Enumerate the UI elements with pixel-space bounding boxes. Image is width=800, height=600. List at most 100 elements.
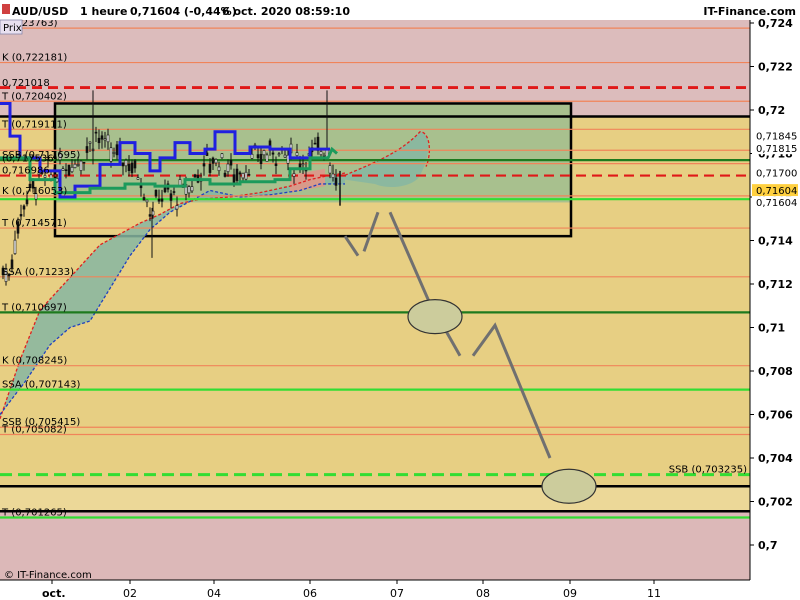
price-tag: 0,71604 bbox=[756, 198, 797, 209]
price-tag: 0,71700 bbox=[756, 168, 797, 179]
y-tick-label: 0,708 bbox=[758, 365, 793, 378]
candle-body bbox=[226, 163, 230, 172]
candle-body bbox=[295, 152, 299, 156]
candle-body bbox=[94, 131, 98, 134]
candle-body bbox=[103, 138, 107, 141]
candle-body bbox=[97, 137, 101, 144]
candle-body bbox=[331, 173, 335, 178]
header-symbol: AUD/USD bbox=[12, 5, 68, 18]
candle-body bbox=[232, 174, 236, 183]
candle-body bbox=[259, 153, 263, 165]
candle-body bbox=[256, 154, 260, 159]
y-tick-label: 0,702 bbox=[758, 496, 793, 509]
candle-body bbox=[25, 199, 29, 205]
y-tick-label: 0,722 bbox=[758, 61, 793, 74]
y-tick-label: 0,71 bbox=[758, 322, 785, 335]
candle-body bbox=[292, 173, 296, 177]
candle-body bbox=[190, 186, 194, 192]
level-label: T (0,705082) bbox=[1, 424, 67, 435]
prix-tab-label: Prix bbox=[3, 23, 22, 34]
candle-body bbox=[13, 239, 17, 254]
target-circle-2 bbox=[541, 468, 597, 504]
candle-body bbox=[85, 146, 89, 153]
x-tick-label: 11 bbox=[647, 587, 661, 600]
level-label: T (0,714571) bbox=[1, 218, 67, 229]
candle-body bbox=[136, 177, 140, 180]
candle-body bbox=[70, 166, 74, 173]
candle-body bbox=[223, 172, 227, 177]
candle-body bbox=[169, 193, 173, 201]
candle-body bbox=[193, 174, 197, 178]
candle-body bbox=[247, 174, 251, 176]
candle-body bbox=[61, 168, 65, 171]
y-tick-label: 0,7 bbox=[758, 539, 778, 552]
y-tick-label: 0,712 bbox=[758, 278, 793, 291]
candle-body bbox=[214, 159, 218, 164]
candle-body bbox=[154, 189, 158, 197]
candle-body bbox=[241, 173, 245, 179]
candle-body bbox=[148, 214, 152, 217]
candle-body bbox=[127, 163, 131, 171]
x-tick-label: 06 bbox=[303, 587, 317, 600]
candle-body bbox=[175, 205, 179, 210]
candle-body bbox=[328, 165, 332, 174]
candle-body bbox=[313, 142, 317, 145]
price-tag: 0,71845 bbox=[756, 132, 797, 143]
level-label: K (0,708245) bbox=[2, 356, 67, 367]
y-tick-label: 0,704 bbox=[758, 452, 793, 465]
candle-body bbox=[319, 151, 323, 156]
candle-body bbox=[322, 155, 326, 157]
candle-body bbox=[160, 198, 164, 202]
level-label: SSB (0,703235) bbox=[669, 465, 747, 476]
candle-body bbox=[283, 154, 287, 158]
header-price_change: 0,71604 (-0,44%) bbox=[130, 5, 237, 18]
symbol-marker-icon bbox=[2, 4, 10, 14]
candle-body bbox=[145, 199, 149, 203]
candle-body bbox=[109, 147, 113, 162]
chart: (0,723763)K (0,722181)0,721018T (0,72040… bbox=[0, 0, 800, 600]
y-tick-label: 0,706 bbox=[758, 409, 793, 422]
x-tick-label: 08 bbox=[476, 587, 490, 600]
y-tick-label: 0,72 bbox=[758, 104, 785, 117]
candle-body bbox=[265, 154, 269, 162]
candle-body bbox=[133, 160, 137, 169]
candle-body bbox=[142, 197, 146, 201]
candle-body bbox=[121, 162, 125, 167]
x-tick-label: 09 bbox=[563, 587, 577, 600]
candle-body bbox=[100, 135, 104, 140]
candle-body bbox=[112, 152, 116, 154]
candle-body bbox=[115, 144, 119, 156]
candle-body bbox=[217, 166, 221, 171]
candle-body bbox=[124, 160, 128, 167]
level-label: K (0,716053) bbox=[2, 186, 67, 197]
x-tick-label: 07 bbox=[390, 587, 404, 600]
upper-zone bbox=[0, 20, 750, 117]
level-label: (0,717536) bbox=[2, 154, 58, 165]
candle-body bbox=[79, 160, 83, 171]
y-tick-label: 0,714 bbox=[758, 235, 793, 248]
candle-body bbox=[88, 141, 92, 144]
x-tick-label: oct. bbox=[42, 587, 66, 600]
lower-band bbox=[0, 486, 750, 512]
y-tick-label: 0,724 bbox=[758, 17, 793, 30]
candle-body bbox=[76, 164, 80, 166]
footer-copyright: © IT-Finance.com bbox=[4, 570, 92, 581]
candle-body bbox=[274, 163, 278, 166]
candle-body bbox=[22, 205, 26, 210]
candle-body bbox=[277, 153, 281, 156]
candle-body bbox=[64, 169, 68, 172]
candle-body bbox=[130, 162, 134, 174]
level-label: T (0,710697) bbox=[1, 302, 67, 313]
level-label: SSA (0,71233) bbox=[2, 267, 74, 278]
candle-body bbox=[208, 163, 212, 173]
candle-body bbox=[157, 198, 161, 202]
candle-body bbox=[202, 163, 206, 167]
x-tick-label: 02 bbox=[123, 587, 137, 600]
candle-body bbox=[19, 214, 23, 217]
candle-body bbox=[229, 160, 233, 166]
level-label: K (0,722181) bbox=[2, 53, 67, 64]
candle-body bbox=[301, 163, 305, 166]
candle bbox=[67, 164, 71, 176]
level-label: T (0,701265) bbox=[1, 507, 67, 518]
candle-body bbox=[220, 153, 224, 159]
